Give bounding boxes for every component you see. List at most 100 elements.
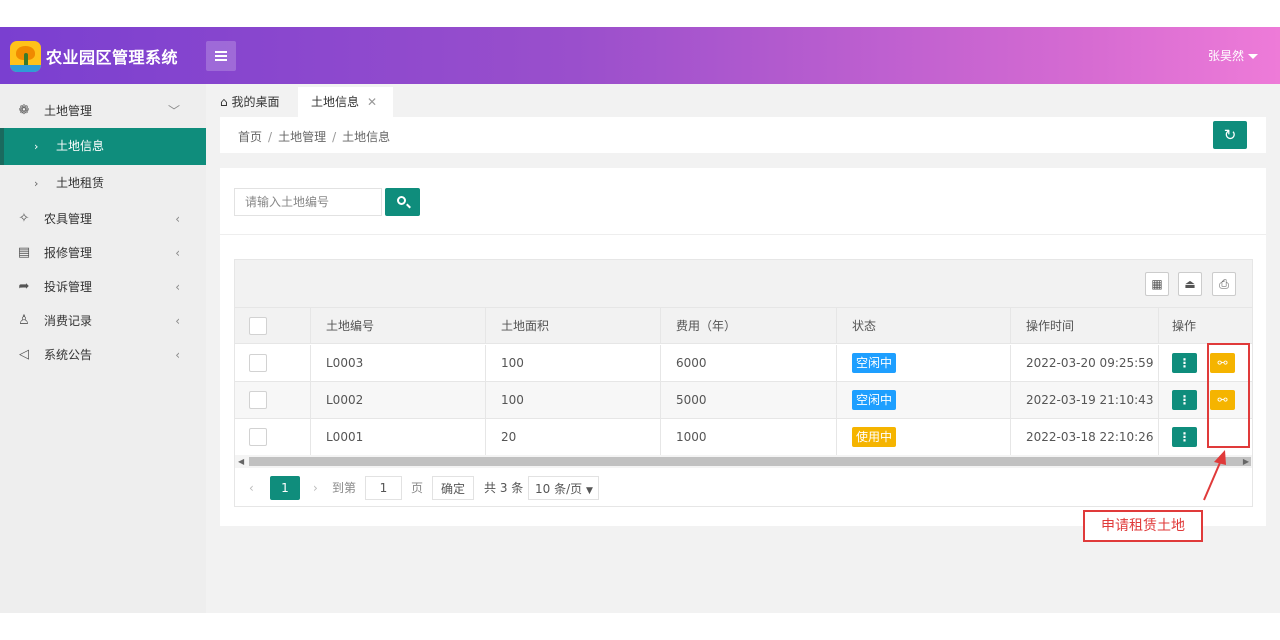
- search-icon: [397, 196, 406, 205]
- column-header: 费用（年）: [661, 308, 837, 343]
- table-row: L0001 20 1000 使用中 2022-03-18 22:10:26 ⋮: [235, 419, 1252, 456]
- data-table: ▦ ⏏ ⎙ 土地编号 土地面积 费用（年） 状态 操作时间 操作 L0003 1…: [234, 259, 1253, 507]
- table-toolbar: ▦ ⏏ ⎙: [235, 260, 1252, 308]
- operation-time: 2022-03-18 22:10:26: [1011, 419, 1159, 455]
- more-actions-button[interactable]: ⋮: [1172, 390, 1197, 410]
- chevron-right-icon: ›: [34, 140, 39, 153]
- sidebar-item-repair[interactable]: ▤ 报修管理 ‹: [0, 236, 206, 270]
- sidebar-item-label: 消费记录: [44, 314, 93, 328]
- chevron-down-icon: ▼: [585, 486, 593, 496]
- select-all-checkbox[interactable]: [249, 316, 267, 335]
- total-count: 共 3 条: [484, 481, 524, 495]
- sidebar: ❁ 土地管理 ﹀ › 土地信息 › 土地租赁 ✧ 农具管理 ‹ ▤ 报修管理 ‹…: [0, 84, 206, 613]
- column-header: 土地面积: [486, 308, 661, 343]
- export-icon[interactable]: ⏏: [1178, 272, 1202, 296]
- next-page-icon[interactable]: ›: [313, 476, 318, 500]
- chevron-left-icon: ‹: [175, 348, 180, 362]
- sidebar-item-consumption[interactable]: ♙ 消费记录 ‹: [0, 304, 206, 338]
- tab-home[interactable]: ⌂ 我的桌面: [220, 87, 279, 117]
- status-badge: 使用中: [852, 427, 897, 447]
- sidebar-item-tools[interactable]: ✧ 农具管理 ‹: [0, 202, 206, 236]
- sidebar-item-label: 投诉管理: [44, 280, 93, 294]
- row-checkbox[interactable]: [249, 354, 267, 372]
- form-icon: ▤: [17, 245, 31, 260]
- row-checkbox[interactable]: [249, 428, 267, 446]
- page-number-current[interactable]: 1: [270, 476, 300, 500]
- sidebar-item-label: 农具管理: [44, 212, 93, 226]
- table-header: 土地编号 土地面积 费用（年） 状态 操作时间 操作: [235, 308, 1252, 344]
- annotation-callout: 申请租赁土地: [1083, 510, 1203, 542]
- sidebar-subitem-land-lease[interactable]: › 土地租赁: [0, 165, 206, 202]
- sidebar-item-notice[interactable]: ◁ 系统公告 ‹: [0, 338, 206, 372]
- user-icon: ♙: [18, 313, 30, 328]
- close-icon[interactable]: ✕: [367, 87, 377, 117]
- scroll-right-icon[interactable]: ▶: [1243, 455, 1249, 468]
- search-input[interactable]: [234, 188, 382, 216]
- search-button[interactable]: [385, 188, 420, 216]
- breadcrumb-item[interactable]: 土地管理: [278, 130, 326, 144]
- chevron-left-icon: ‹: [175, 246, 180, 260]
- goto-label: 到第: [332, 481, 357, 495]
- user-name: 张昊然: [1207, 49, 1244, 63]
- land-area: 100: [486, 382, 661, 418]
- table-row: L0002 100 5000 空闲中 2022-03-19 21:10:43 ⋮…: [235, 382, 1252, 419]
- chevron-left-icon: ‹: [175, 212, 180, 226]
- row-checkbox[interactable]: [249, 391, 267, 409]
- land-fee: 6000: [661, 345, 837, 381]
- refresh-icon: ↻: [1223, 126, 1237, 144]
- sidebar-subitem-land-info[interactable]: › 土地信息: [0, 128, 206, 165]
- highlight-box: [1207, 343, 1250, 448]
- home-icon: ⌂: [220, 95, 228, 109]
- print-icon[interactable]: ⎙: [1212, 272, 1236, 296]
- sidebar-subitem-label: 土地信息: [56, 139, 105, 153]
- land-id: L0003: [311, 345, 486, 381]
- sidebar-item-label: 报修管理: [44, 246, 93, 260]
- divider: [220, 234, 1266, 235]
- prev-page-icon[interactable]: ‹: [249, 476, 254, 500]
- page-size-value: 10 条/页: [535, 482, 583, 496]
- columns-filter-icon[interactable]: ▦: [1145, 272, 1169, 296]
- horizontal-scrollbar[interactable]: ◀ ▶: [235, 455, 1252, 468]
- tab-label: 我的桌面: [231, 95, 280, 109]
- breadcrumb-item: 土地信息: [342, 130, 391, 144]
- menu-toggle-button[interactable]: [206, 41, 236, 71]
- operation-time: 2022-03-20 09:25:59: [1011, 345, 1159, 381]
- tab-bar: ⌂ 我的桌面 土地信息 ✕: [206, 84, 1280, 117]
- breadcrumb-item[interactable]: 首页: [238, 130, 262, 144]
- operation-time: 2022-03-19 21:10:43: [1011, 382, 1159, 418]
- pin-icon: ✧: [18, 211, 30, 226]
- pagination: ‹ 1 › 到第 页 确定 共 3 条 10 条/页 ▼: [235, 468, 1252, 506]
- table-row: L0003 100 6000 空闲中 2022-03-20 09:25:59 ⋮…: [235, 345, 1252, 382]
- breadcrumb: 首页 / 土地管理 / 土地信息: [238, 130, 391, 144]
- content-panel: ▦ ⏏ ⎙ 土地编号 土地面积 费用（年） 状态 操作时间 操作 L0003 1…: [220, 168, 1266, 526]
- land-id: L0002: [311, 382, 486, 418]
- land-fee: 5000: [661, 382, 837, 418]
- column-header: 操作时间: [1011, 308, 1159, 343]
- user-menu[interactable]: 张昊然: [1208, 47, 1258, 64]
- column-header: 操作: [1172, 319, 1197, 333]
- refresh-button[interactable]: ↻: [1213, 121, 1247, 149]
- top-header: 农业园区管理系统 张昊然: [0, 27, 1280, 84]
- more-actions-button[interactable]: ⋮: [1172, 427, 1197, 447]
- scroll-thumb[interactable]: [249, 457, 1251, 466]
- caret-down-icon: [1248, 54, 1258, 59]
- sidebar-subitem-label: 土地租赁: [56, 176, 105, 190]
- tab-label: 土地信息: [311, 95, 360, 109]
- page-size-select[interactable]: 10 条/页 ▼: [528, 476, 599, 500]
- land-fee: 1000: [661, 419, 837, 455]
- scroll-left-icon[interactable]: ◀: [238, 455, 244, 468]
- sidebar-item-land[interactable]: ❁ 土地管理 ﹀: [0, 94, 206, 128]
- land-area: 20: [486, 419, 661, 455]
- sidebar-item-complaint[interactable]: ➦ 投诉管理 ‹: [0, 270, 206, 304]
- palm-island-logo: [10, 41, 41, 72]
- tab-land-info[interactable]: 土地信息 ✕: [298, 87, 393, 117]
- page-unit-label: 页: [411, 481, 424, 495]
- more-actions-button[interactable]: ⋮: [1172, 353, 1197, 373]
- column-header: 状态: [837, 308, 1011, 343]
- sidebar-item-label: 系统公告: [44, 348, 93, 362]
- column-header: 土地编号: [311, 308, 486, 343]
- speaker-icon: ◁: [19, 347, 29, 362]
- goto-page-input[interactable]: [365, 476, 402, 500]
- app-title: 农业园区管理系统: [46, 48, 179, 67]
- confirm-button[interactable]: 确定: [432, 476, 474, 500]
